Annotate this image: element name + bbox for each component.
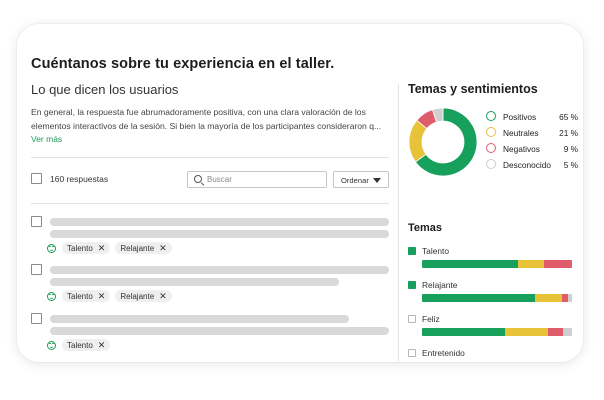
summary-text: En general, la respuesta fue abrumadoram… — [31, 106, 389, 133]
tag: Talento ✕ — [62, 339, 111, 351]
theme-label: Feliz — [422, 314, 440, 324]
sort-dropdown[interactable]: Ordenar — [333, 171, 389, 188]
legend-percent: 9 % — [563, 143, 578, 154]
legend-positive: Positivos 65 % — [486, 110, 578, 126]
remove-tag-icon[interactable]: ✕ — [159, 243, 167, 253]
remove-tag-icon[interactable]: ✕ — [98, 291, 106, 301]
caret-down-icon — [373, 178, 381, 183]
response-checkbox[interactable] — [31, 216, 42, 227]
tag: Relajante ✕ — [115, 290, 172, 302]
segment-neutral — [504, 328, 548, 336]
legend-unknown: Desconocido 5 % — [486, 158, 578, 174]
theme-label: Entretenido — [422, 348, 465, 358]
theme-checkbox[interactable] — [408, 247, 416, 255]
tag: Relajante ✕ — [115, 242, 172, 254]
segment-negative — [543, 260, 572, 268]
legend-label: Desconocido — [503, 159, 551, 170]
positive-face-icon — [47, 340, 56, 350]
tag: Talento ✕ — [62, 290, 111, 302]
search-icon — [194, 175, 202, 183]
text-placeholder — [50, 266, 389, 274]
tag-label: Talento — [67, 340, 93, 350]
segment-neutral — [518, 260, 544, 268]
sentiment-legend: Positivos 65 % Neutrales 21 % Negativos … — [486, 110, 578, 174]
tag-label: Talento — [67, 243, 93, 253]
sentiment-title: Temas y sentimientos — [408, 82, 538, 96]
tag-list: Talento ✕ — [47, 339, 115, 351]
positive-face-icon — [47, 243, 56, 253]
legend-neutral: Neutrales 21 % — [486, 126, 578, 142]
response-checkbox[interactable] — [31, 264, 42, 275]
summary-line-1: En general, la respuesta fue abrumadoram… — [31, 107, 366, 117]
legend-percent: 65 % — [559, 111, 578, 122]
theme-sentiment-bar — [422, 328, 572, 336]
legend-label: Negativos — [503, 143, 540, 154]
theme-checkbox[interactable] — [408, 281, 416, 289]
positive-face-icon — [486, 111, 496, 121]
search-placeholder: Buscar — [207, 175, 232, 184]
theme-checkbox[interactable] — [408, 315, 416, 323]
response-count: 160 respuestas — [50, 174, 109, 184]
negative-face-icon — [486, 143, 496, 153]
divider — [31, 157, 389, 158]
theme-checkbox[interactable] — [408, 349, 416, 357]
text-placeholder — [50, 218, 389, 226]
section-title: Lo que dicen los usuarios — [31, 82, 179, 97]
tag-label: Talento — [67, 291, 93, 301]
segment-unknown — [563, 328, 572, 336]
survey-card: Cuéntanos sobre tu experiencia en el tal… — [17, 24, 583, 362]
theme-sentiment-bar — [422, 260, 572, 268]
tag-list: Talento ✕ Relajante ✕ — [47, 242, 177, 254]
theme-label: Talento — [422, 246, 450, 256]
text-placeholder — [50, 315, 349, 323]
theme-sentiment-bar — [422, 294, 572, 302]
unknown-face-icon — [486, 159, 496, 169]
page-title: Cuéntanos sobre tu experiencia en el tal… — [31, 56, 335, 72]
theme-label: Relajante — [422, 280, 458, 290]
segment-neutral — [534, 294, 562, 302]
remove-tag-icon[interactable]: ✕ — [98, 243, 106, 253]
legend-percent: 5 % — [563, 159, 578, 170]
remove-tag-icon[interactable]: ✕ — [159, 291, 167, 301]
segment-unknown — [567, 294, 572, 302]
select-all-checkbox[interactable] — [31, 173, 42, 184]
divider — [31, 203, 389, 204]
response-checkbox[interactable] — [31, 313, 42, 324]
legend-label: Positivos — [503, 111, 537, 122]
sentiment-donut-chart — [408, 107, 478, 177]
segment-positive — [422, 260, 518, 268]
search-input[interactable]: Buscar — [187, 171, 327, 188]
tag: Talento ✕ — [62, 242, 111, 254]
sort-label: Ordenar — [341, 175, 369, 185]
segment-positive — [422, 294, 535, 302]
remove-tag-icon[interactable]: ✕ — [98, 340, 106, 350]
text-placeholder — [50, 278, 339, 286]
text-placeholder — [50, 230, 389, 238]
legend-label: Neutrales — [503, 127, 539, 138]
themes-title: Temas — [408, 222, 443, 234]
responses-toolbar: 160 respuestas Buscar Ordenar — [31, 171, 389, 189]
summary-line-2: elementos interactivos de la sesión. Si … — [31, 120, 382, 131]
tag-label: Relajante — [120, 243, 155, 253]
see-more-link[interactable]: Ver más — [31, 134, 62, 144]
tag-list: Talento ✕ Relajante ✕ — [47, 290, 177, 302]
legend-negative: Negativos 9 % — [486, 142, 578, 158]
tag-label: Relajante — [120, 291, 155, 301]
segment-positive — [422, 328, 505, 336]
positive-face-icon — [47, 291, 56, 301]
legend-percent: 21 % — [559, 127, 578, 138]
vertical-divider — [398, 84, 399, 362]
text-placeholder — [50, 327, 389, 335]
neutral-face-icon — [486, 127, 496, 137]
segment-negative — [548, 328, 563, 336]
